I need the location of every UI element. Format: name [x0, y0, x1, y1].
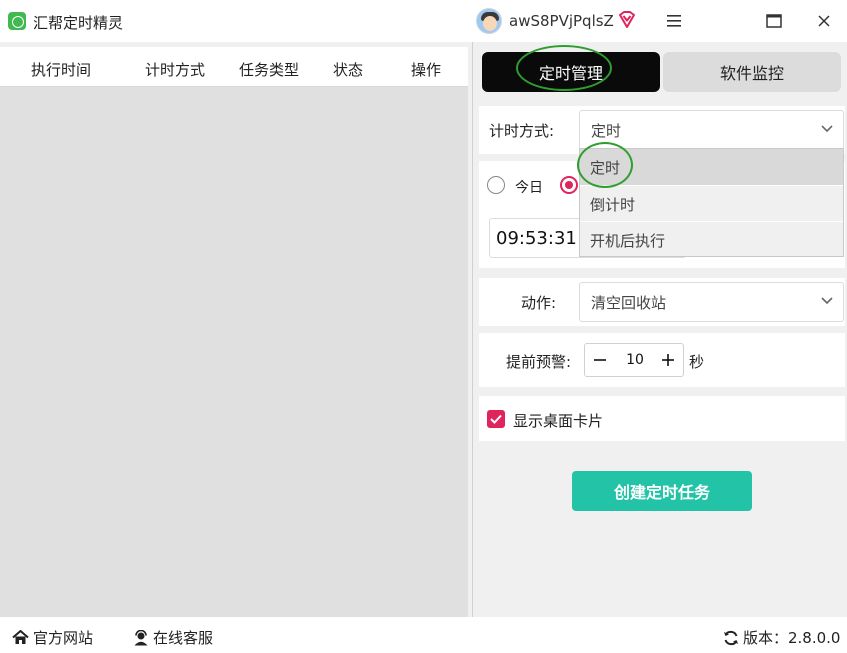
official-website-label: 官方网站	[33, 629, 94, 647]
panel-divider	[472, 42, 473, 617]
warning-stepper: 10	[584, 343, 684, 377]
version-info[interactable]: 版本：2.8.0.0	[723, 627, 840, 648]
highlight-circle	[516, 45, 612, 91]
time-value: 09:53:31	[496, 227, 577, 249]
dropdown-option-after-boot[interactable]: 开机后执行	[580, 222, 843, 258]
tab-software-monitor[interactable]: 软件监控	[663, 52, 841, 92]
warning-label: 提前预警:	[506, 353, 572, 371]
highlight-circle	[577, 142, 633, 188]
official-website-link[interactable]: 官方网站	[12, 627, 93, 648]
chevron-down-icon	[821, 297, 833, 305]
customer-service-icon	[134, 629, 148, 645]
timer-mode-label: 计时方式:	[489, 122, 555, 140]
create-task-label: 创建定时任务	[613, 483, 710, 502]
action-select[interactable]: 清空回收站	[579, 282, 844, 322]
increment-button[interactable]	[653, 344, 683, 376]
column-header-exec-time: 执行时间	[31, 61, 92, 79]
column-header-actions: 操作	[411, 61, 442, 79]
decrement-button[interactable]	[585, 344, 615, 376]
hamburger-menu-icon	[667, 15, 681, 27]
tab-label: 软件监控	[719, 64, 784, 83]
radio-other-day[interactable]	[560, 176, 578, 194]
menu-button[interactable]	[659, 8, 689, 34]
action-label: 动作:	[521, 294, 557, 312]
radio-today-label: 今日	[515, 180, 543, 196]
avatar[interactable]	[476, 8, 502, 34]
online-support-label: 在线客服	[153, 629, 214, 647]
home-icon	[12, 630, 29, 644]
minus-icon	[594, 359, 606, 361]
close-icon	[818, 15, 830, 27]
vip-diamond-icon[interactable]	[617, 10, 637, 30]
chevron-down-icon	[821, 125, 833, 133]
title-bar: 汇帮定时精灵 awS8PVjPqlsZ	[0, 0, 847, 42]
close-button[interactable]	[809, 8, 839, 34]
radio-today[interactable]	[487, 176, 505, 194]
maximize-icon	[766, 14, 782, 28]
column-header-status: 状态	[333, 61, 364, 79]
dropdown-option-countdown[interactable]: 倒计时	[580, 186, 843, 222]
column-header-task-type: 任务类型	[239, 61, 300, 79]
online-support-link[interactable]: 在线客服	[133, 627, 213, 648]
app-title: 汇帮定时精灵	[33, 14, 124, 32]
desktop-card-label: 显示桌面卡片	[513, 412, 604, 430]
action-value: 清空回收站	[591, 293, 667, 312]
task-table: 执行时间 计时方式 任务类型 状态 操作	[0, 47, 468, 617]
option-label: 开机后执行	[590, 231, 666, 250]
refresh-icon	[724, 630, 738, 645]
plus-icon	[662, 354, 674, 366]
username[interactable]: awS8PVjPqlsZ	[509, 12, 614, 30]
timer-mode-value: 定时	[591, 121, 622, 140]
warning-value-input[interactable]: 10	[615, 344, 655, 376]
warning-unit: 秒	[689, 353, 705, 371]
alarm-clock-icon	[8, 12, 26, 30]
create-task-button[interactable]: 创建定时任务	[572, 471, 752, 511]
maximize-button[interactable]	[759, 8, 789, 34]
option-label: 倒计时	[590, 195, 636, 214]
footer: 官方网站 在线客服 版本：2.8.0.0	[0, 617, 847, 653]
version-label: 版本：2.8.0.0	[743, 629, 841, 647]
table-header: 执行时间 计时方式 任务类型 状态 操作	[0, 47, 468, 87]
checkmark-icon	[490, 414, 502, 424]
desktop-card-option: 显示桌面卡片	[479, 396, 845, 441]
column-header-timer-mode: 计时方式	[145, 61, 206, 79]
desktop-card-checkbox[interactable]	[487, 410, 505, 428]
